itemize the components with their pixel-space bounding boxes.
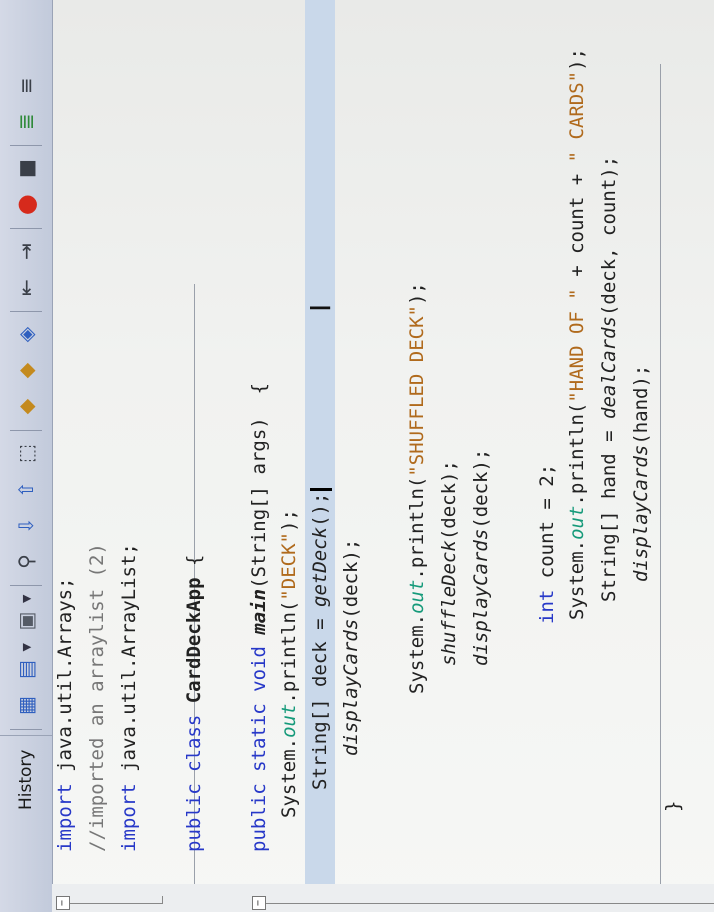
code-text: System. xyxy=(566,539,588,620)
code-line: public static void main(String[] args) { xyxy=(246,383,272,852)
code-text: System. xyxy=(406,613,428,694)
fold-guide xyxy=(70,903,162,904)
method-call: dealCards xyxy=(598,316,620,419)
class-name: CardDeckApp xyxy=(183,577,205,715)
code-editor[interactable]: import java.util.Arrays; //imported an a… xyxy=(0,0,714,852)
code-line: String[] hand = dealCards(deck, count); xyxy=(596,156,622,602)
code-line: displayCards(deck); xyxy=(338,539,364,756)
code-text: System. xyxy=(278,737,300,818)
code-text: (deck); xyxy=(340,538,362,619)
editor-gutter: − − xyxy=(52,884,714,912)
closing-brace: } xyxy=(662,800,684,812)
code-text: (hand); xyxy=(630,364,652,445)
code-text: .println( xyxy=(278,600,300,704)
code-text: .println( xyxy=(566,402,588,506)
code-text: (); xyxy=(309,492,331,527)
code-line: public class CardDeckApp { xyxy=(181,555,207,852)
code-text: ); xyxy=(278,509,300,532)
code-line: shuffleDeck(deck); xyxy=(436,460,462,666)
code-line: import java.util.Arrays; xyxy=(52,577,78,852)
code-line: System.out.println("SHUFFLED DECK"); xyxy=(404,282,430,694)
fold-toggle-icon[interactable]: − xyxy=(56,896,70,910)
code-text: (deck); xyxy=(438,460,460,541)
keyword: int xyxy=(536,589,558,624)
field-name: out xyxy=(278,703,300,738)
method-call: displayCards xyxy=(340,618,362,756)
code-text: (String[] args) { xyxy=(248,382,270,589)
code-line: System.out.println("DECK"); xyxy=(276,509,302,818)
fold-toggle-icon[interactable]: − xyxy=(252,896,266,910)
code-comment: //imported an arraylist (2) xyxy=(86,543,108,852)
text-cursor-icon: I xyxy=(304,303,337,312)
fold-guide-end xyxy=(162,896,163,904)
code-text: .println( xyxy=(406,476,428,580)
code-text: count = 2; xyxy=(536,463,558,590)
keyword: public static void xyxy=(248,646,270,852)
code-text: ); xyxy=(406,282,428,306)
code-line: import java.util.ArrayList; xyxy=(116,543,142,852)
code-text: { xyxy=(183,554,205,578)
method-call: displayCards xyxy=(470,528,492,666)
code-text: java.util.Arrays; xyxy=(54,577,76,784)
code-line: displayCards(hand); xyxy=(628,365,654,582)
field-name: out xyxy=(566,505,588,540)
string-literal: "HAND OF " xyxy=(566,288,588,403)
method-call: getDeck xyxy=(309,526,331,607)
field-name: out xyxy=(406,579,428,614)
string-literal: "SHUFFLED DECK" xyxy=(406,305,428,477)
fold-guide xyxy=(266,903,714,904)
code-text: + count + xyxy=(566,162,588,289)
keyword: import xyxy=(118,783,140,852)
code-line: String[] deck = getDeck(); xyxy=(307,487,333,790)
string-literal: "DECK" xyxy=(278,532,300,601)
code-line: int count = 2; xyxy=(534,464,560,624)
editor-window: History ▦ ▤ ▼ ▣ ▼ ⚲ ⇩ ⇧ ⬚ ◆ ◆ ◈ ⇤ ⇥ ● ■ … xyxy=(0,0,714,912)
text-caret xyxy=(309,487,332,491)
code-text: (deck, count); xyxy=(598,155,620,317)
method-call: shuffleDeck xyxy=(438,540,460,666)
code-line: displayCards(deck); xyxy=(468,449,494,666)
code-text: ); xyxy=(566,48,588,71)
code-text: java.util.ArrayList; xyxy=(118,543,140,784)
method-name: main xyxy=(248,588,270,647)
keyword: import xyxy=(54,783,76,852)
code-text: (deck); xyxy=(470,448,492,529)
code-text: String[] deck = xyxy=(309,606,331,790)
code-line: System.out.println("HAND OF " + count + … xyxy=(564,48,590,620)
keyword: public class xyxy=(183,714,205,852)
string-literal: " CARDS" xyxy=(566,70,588,163)
method-call: displayCards xyxy=(630,444,652,582)
code-text: String[] hand = xyxy=(598,418,620,602)
